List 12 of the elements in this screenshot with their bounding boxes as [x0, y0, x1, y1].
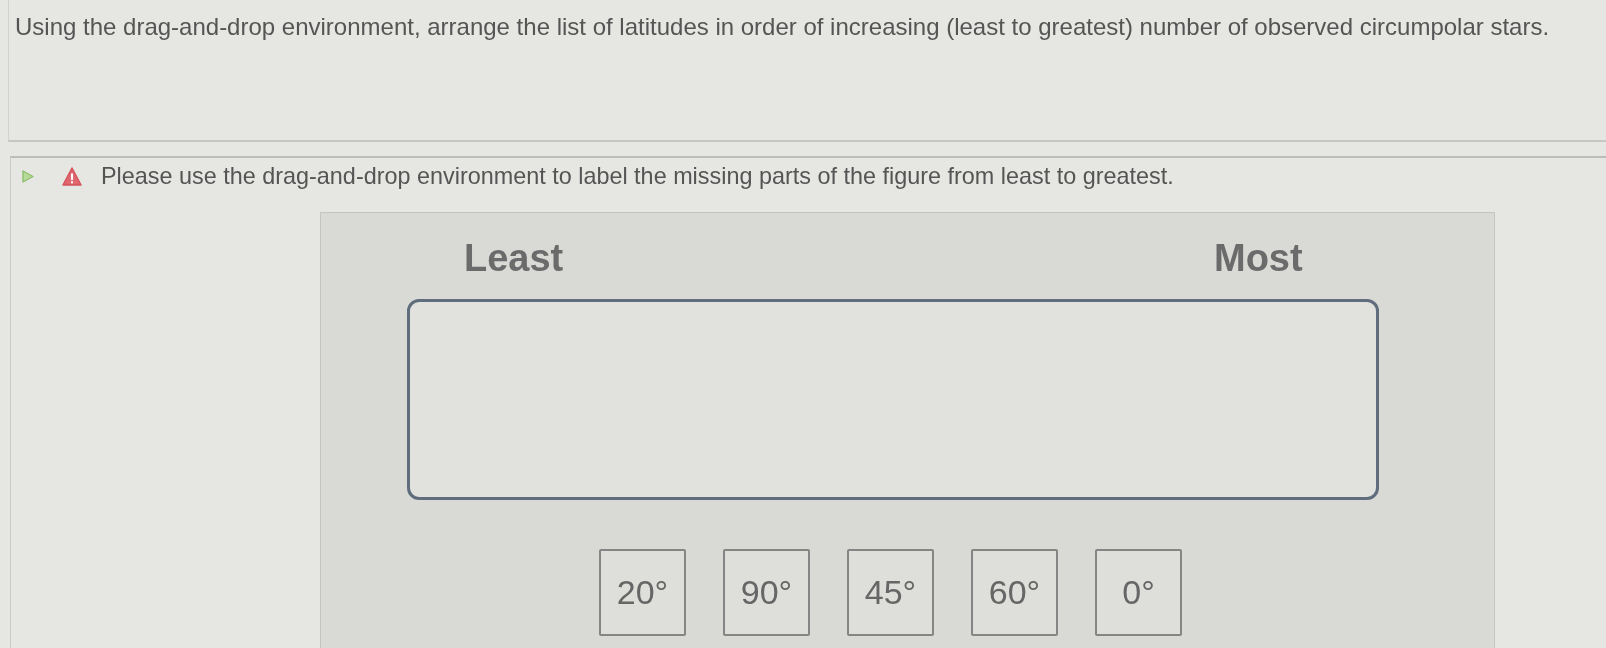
draggable-tile[interactable]: 0°	[1095, 549, 1182, 636]
drop-zone[interactable]	[407, 299, 1379, 500]
draggable-tile[interactable]: 45°	[847, 549, 934, 636]
feedback-message: Please use the drag-and-drop environment to label the missing parts of the figure from least to greatest.	[101, 162, 1174, 190]
most-label: Most	[1214, 239, 1303, 277]
draggable-tile[interactable]: 20°	[599, 549, 686, 636]
warning-icon	[62, 166, 82, 186]
play-triangle-icon	[22, 169, 34, 183]
draggable-tile[interactable]: 60°	[971, 549, 1058, 636]
draggable-tile[interactable]: 90°	[723, 549, 810, 636]
question-text: Using the drag-and-drop environment, arrange the list of latitudes in order of increasing (least to greatest) number of observed circumpolar stars.	[15, 13, 1550, 40]
least-label: Least	[464, 239, 564, 277]
